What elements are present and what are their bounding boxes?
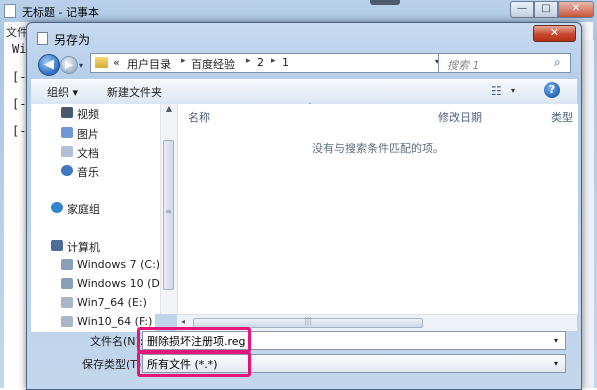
nav-scrollbar[interactable]: ▲ ≡ bbox=[160, 104, 177, 314]
filename-label: 文件名(N): bbox=[90, 335, 144, 348]
notepad-close-button[interactable]: ✕ bbox=[558, 1, 594, 18]
nav-item-homegroup[interactable]: 家庭组 bbox=[31, 199, 161, 218]
chevron-down-icon[interactable]: ▾ bbox=[554, 359, 558, 368]
drive-icon bbox=[61, 297, 73, 308]
close-icon: ✕ bbox=[571, 3, 581, 14]
scroll-up-icon[interactable]: ▲ bbox=[161, 104, 177, 113]
drive-icon bbox=[61, 259, 73, 270]
nav-item-label: Win7_64 (E:) bbox=[77, 296, 147, 309]
chevron-down-icon[interactable]: ▾ bbox=[511, 86, 515, 95]
empty-message: 没有与搜索条件匹配的项。 bbox=[312, 142, 444, 155]
navigation-pane: 视频 图片 文档 音乐 家庭组 计算机 Windows 7 (C:) Windo… bbox=[31, 104, 177, 314]
maximize-button[interactable]: □ bbox=[534, 1, 558, 18]
dialog-icon bbox=[37, 32, 48, 45]
nav-item-label: Windows 10 (D: bbox=[77, 277, 164, 290]
forward-arrow-icon: ▶ bbox=[64, 58, 74, 71]
drive-icon bbox=[61, 278, 73, 289]
chevron-right-icon[interactable]: ▸ bbox=[271, 56, 276, 66]
picture-icon bbox=[61, 127, 73, 138]
search-placeholder: 搜索 1 bbox=[447, 59, 480, 72]
nav-item-label: 计算机 bbox=[67, 241, 100, 254]
nav-item-computer[interactable]: 计算机 bbox=[31, 237, 161, 256]
nav-item-label: 音乐 bbox=[77, 166, 99, 179]
grip-icon: ||| bbox=[303, 316, 313, 325]
notepad-icon bbox=[4, 4, 16, 18]
breadcrumb-1[interactable]: 1 bbox=[282, 56, 289, 69]
document-icon bbox=[61, 146, 73, 157]
nav-item-music[interactable]: 音乐 bbox=[31, 162, 161, 181]
chevron-right-icon[interactable]: ▸ bbox=[181, 56, 186, 66]
dialog-close-button[interactable]: ✕ bbox=[533, 25, 576, 42]
nav-item-label: Windows 7 (C:) bbox=[77, 258, 161, 271]
chevron-down-icon[interactable]: ▾ bbox=[554, 336, 558, 345]
titlebar-indicator bbox=[370, 0, 400, 5]
forward-button[interactable]: ▶ bbox=[60, 56, 78, 74]
breadcrumb-user-dir[interactable]: 用户目录 bbox=[127, 56, 171, 72]
nav-item-label: 图片 bbox=[77, 128, 99, 141]
breadcrumb-2[interactable]: 2 bbox=[257, 56, 264, 69]
command-toolbar: 组织 ▾ 新建文件夹 ☷ ▾ ? bbox=[31, 79, 577, 105]
column-header-type[interactable]: 类型 bbox=[551, 109, 573, 125]
breadcrumb-baidu[interactable]: 百度经验 bbox=[191, 56, 235, 72]
folder-icon bbox=[95, 57, 108, 68]
close-icon: ✕ bbox=[549, 26, 560, 39]
nav-item-drive-c[interactable]: Windows 7 (C:) bbox=[31, 256, 161, 275]
notepad-title: 无标题 - 记事本 bbox=[22, 6, 99, 19]
maximize-icon: □ bbox=[541, 3, 551, 14]
address-bar[interactable]: « 用户目录 ▸ 百度经验 ▸ 2 ▸ 1 ▾ ↻ bbox=[90, 53, 458, 73]
minimize-icon: — bbox=[517, 3, 527, 14]
help-icon[interactable]: ? bbox=[544, 82, 560, 98]
minimize-button[interactable]: — bbox=[510, 1, 534, 18]
nav-scroll-thumb[interactable]: ≡ bbox=[163, 140, 174, 290]
grip-icon: ≡ bbox=[165, 207, 172, 216]
save-as-dialog: 另存为 ✕ ◀ ▶ ▾ « 用户目录 ▸ 百度经验 ▸ 2 ▸ 1 ▾ ↻ 搜索… bbox=[26, 22, 582, 390]
drive-icon bbox=[61, 316, 73, 327]
filetype-label: 保存类型(T): bbox=[82, 358, 146, 371]
music-icon bbox=[61, 165, 73, 176]
new-folder-button[interactable]: 新建文件夹 bbox=[107, 84, 162, 100]
back-button[interactable]: ◀ bbox=[38, 54, 60, 76]
nav-item-drive-d[interactable]: Windows 10 (D: bbox=[31, 275, 164, 294]
notepad-titlebar: 无标题 - 记事本 — □ ✕ bbox=[0, 0, 597, 22]
sort-arrow-icon: ˆ bbox=[308, 102, 312, 111]
breadcrumb-overflow[interactable]: « bbox=[113, 56, 120, 69]
file-list[interactable]: 名称 ˆ 修改日期 类型 没有与搜索条件匹配的项。 bbox=[177, 102, 578, 314]
search-icon[interactable]: ⌕ bbox=[554, 55, 561, 70]
back-arrow-icon: ◀ bbox=[44, 57, 54, 72]
column-header-name[interactable]: 名称 bbox=[188, 109, 210, 125]
highlight-box-filename bbox=[137, 327, 251, 353]
nav-item-videos[interactable]: 视频 bbox=[31, 104, 161, 123]
chevron-right-icon[interactable]: ▸ bbox=[246, 56, 251, 66]
view-options-icon[interactable]: ☷ bbox=[491, 84, 502, 98]
column-header-modified[interactable]: 修改日期 bbox=[438, 109, 482, 125]
nav-item-documents[interactable]: 文档 bbox=[31, 143, 161, 162]
highlight-box-filetype bbox=[137, 351, 251, 377]
scroll-left-icon[interactable]: ◂ bbox=[181, 317, 185, 326]
video-icon bbox=[61, 107, 73, 118]
computer-icon bbox=[51, 240, 63, 251]
nav-item-label: 家庭组 bbox=[67, 203, 100, 216]
search-input[interactable]: 搜索 1 ⌕ bbox=[438, 53, 571, 73]
dialog-title: 另存为 bbox=[54, 33, 91, 47]
nav-item-label: 文档 bbox=[77, 147, 99, 160]
organize-button[interactable]: 组织 ▾ bbox=[47, 84, 78, 100]
nav-item-pictures[interactable]: 图片 bbox=[31, 124, 161, 143]
homegroup-icon bbox=[51, 202, 63, 213]
history-dropdown[interactable]: ▾ bbox=[79, 61, 83, 70]
nav-item-label: 视频 bbox=[77, 108, 99, 121]
nav-item-drive-e[interactable]: Win7_64 (E:) bbox=[31, 294, 161, 313]
menu-file[interactable]: 文件 bbox=[6, 24, 28, 40]
